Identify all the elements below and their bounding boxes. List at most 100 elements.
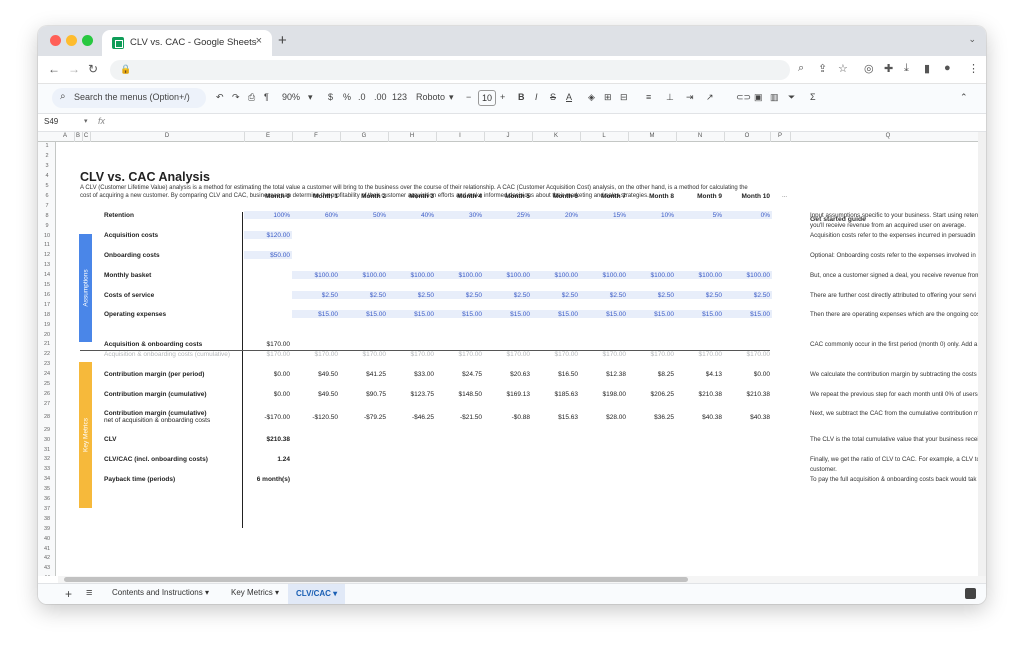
row-header-20[interactable]: 20 [38,332,56,338]
undo-icon[interactable]: ↶ [216,92,224,103]
assumption-input-cell[interactable]: $2.50 [294,292,338,299]
assumption-input-cell[interactable]: $50.00 [246,252,290,259]
name-box[interactable]: S49 [44,117,58,126]
assumption-input-cell[interactable]: $100.00 [438,272,483,279]
assumption-input-cell[interactable]: 60% [294,212,338,219]
minimize-window-icon[interactable] [66,35,77,46]
assumption-input-cell[interactable]: $100.00 [726,272,771,279]
assumption-input-cell[interactable]: 15% [582,212,626,219]
assumption-input-cell[interactable]: $15.00 [342,311,386,318]
assumption-input-cell[interactable]: $100.00 [630,272,675,279]
share-icon[interactable]: ⇪ [818,62,827,75]
row-header-30[interactable]: 30 [38,437,56,443]
row-header-14[interactable]: 14 [38,272,56,278]
assumption-input-cell[interactable]: 50% [342,212,386,219]
row-header-44[interactable]: 44 [38,575,56,576]
row-header-8[interactable]: 8 [38,213,56,219]
redo-icon[interactable]: ↷ [232,92,240,103]
decrease-decimal-button[interactable]: .0 [358,92,366,102]
paint-format-icon[interactable]: ¶ [264,92,269,102]
row-header-22[interactable]: 22 [38,351,56,357]
assumption-input-cell[interactable]: $100.00 [582,272,627,279]
functions-button[interactable]: Σ [810,92,816,102]
italic-button[interactable]: I [535,92,538,102]
increase-decimal-button[interactable]: .00 [374,92,387,102]
row-header-12[interactable]: 12 [38,252,56,258]
percent-format-button[interactable]: % [343,92,351,102]
vertical-align-icon[interactable]: ⊥ [666,92,674,103]
sheet-tab-clv-cac[interactable]: CLV/CAC ▾ [288,584,346,604]
row-header-23[interactable]: 23 [38,361,56,367]
column-header-l[interactable]: L [580,133,628,139]
text-wrap-icon[interactable]: ⇥ [686,92,694,103]
column-header-m[interactable]: M [628,133,676,139]
assumption-input-cell[interactable]: $15.00 [438,311,482,318]
row-header-27[interactable]: 27 [38,401,56,407]
row-header-4[interactable]: 4 [38,173,56,179]
column-header-c[interactable]: C [82,133,90,139]
row-header-7[interactable]: 7 [38,203,56,209]
assumption-input-cell[interactable]: $2.50 [486,292,530,299]
row-header-2[interactable]: 2 [38,153,56,159]
assumption-input-cell[interactable]: $15.00 [678,311,722,318]
column-header-f[interactable]: F [292,133,340,139]
browser-tab[interactable]: CLV vs. CAC - Google Sheets × [102,30,272,56]
new-tab-icon[interactable]: + [278,32,287,49]
row-header-43[interactable]: 43 [38,565,56,571]
row-header-1[interactable]: 1 [38,143,56,149]
row-header-16[interactable]: 16 [38,292,56,298]
column-header-n[interactable]: N [676,133,724,139]
column-header-g[interactable]: G [340,133,388,139]
row-header-40[interactable]: 40 [38,536,56,542]
assumption-input-cell[interactable]: $100.00 [342,272,387,279]
row-header-33[interactable]: 33 [38,466,56,472]
forward-arrow-icon[interactable]: → [68,62,80,76]
insert-chart-icon[interactable]: ▥ [770,92,779,103]
assumption-input-cell[interactable]: $15.00 [390,311,434,318]
insert-comment-icon[interactable]: ▣ [754,92,763,103]
insert-link-icon[interactable]: ⊂⊃ [736,92,751,103]
column-header-o[interactable]: O [724,133,770,139]
bold-button[interactable]: B [518,92,525,102]
column-header-i[interactable]: I [436,133,484,139]
column-header-h[interactable]: H [388,133,436,139]
row-header-17[interactable]: 17 [38,302,56,308]
assumption-input-cell[interactable]: $120.00 [246,232,291,239]
currency-format-button[interactable]: $ [328,92,333,102]
column-header-e[interactable]: E [244,133,292,139]
assumption-input-cell[interactable]: 5% [678,212,722,219]
horizontal-scrollbar[interactable] [58,576,986,583]
assumption-input-cell[interactable]: $100.00 [486,272,531,279]
row-header-21[interactable]: 21 [38,341,56,347]
assumption-input-cell[interactable]: 30% [438,212,482,219]
assumption-input-cell[interactable]: $15.00 [486,311,530,318]
column-header-d[interactable]: D [90,133,244,139]
search-menus-box[interactable]: ⌕ Search the menus (Option+/) [52,88,206,108]
row-header-36[interactable]: 36 [38,496,56,502]
sheet-tab-key-metrics[interactable]: Key Metrics ▾ [231,588,279,597]
borders-icon[interactable]: ⊞ [604,92,612,103]
print-icon[interactable]: ⎙ [248,92,255,103]
assumption-input-cell[interactable]: $2.50 [630,292,674,299]
row-header-41[interactable]: 41 [38,546,56,552]
vertical-scrollbar[interactable] [978,132,986,576]
row-header-39[interactable]: 39 [38,526,56,532]
more-menu-icon[interactable]: ⋮ [968,62,979,75]
row-header-3[interactable]: 3 [38,163,56,169]
assumption-input-cell[interactable]: $2.50 [390,292,434,299]
assumption-input-cell[interactable]: 25% [486,212,530,219]
row-header-25[interactable]: 25 [38,381,56,387]
row-header-18[interactable]: 18 [38,312,56,318]
decrease-font-size-button[interactable]: − [466,92,471,102]
assumption-input-cell[interactable]: $2.50 [678,292,722,299]
assumption-input-cell[interactable]: $15.00 [630,311,674,318]
row-header-26[interactable]: 26 [38,391,56,397]
row-header-19[interactable]: 19 [38,322,56,328]
row-header-37[interactable]: 37 [38,506,56,512]
bookmark-star-icon[interactable]: ☆ [838,62,848,75]
assumption-input-cell[interactable]: $2.50 [438,292,482,299]
fill-color-icon[interactable]: ◈ [588,92,595,103]
all-sheets-icon[interactable]: ≡ [86,587,92,599]
row-header-9[interactable]: 9 [38,223,56,229]
collapse-toolbar-chevron-icon[interactable]: ⌃ [960,92,968,103]
